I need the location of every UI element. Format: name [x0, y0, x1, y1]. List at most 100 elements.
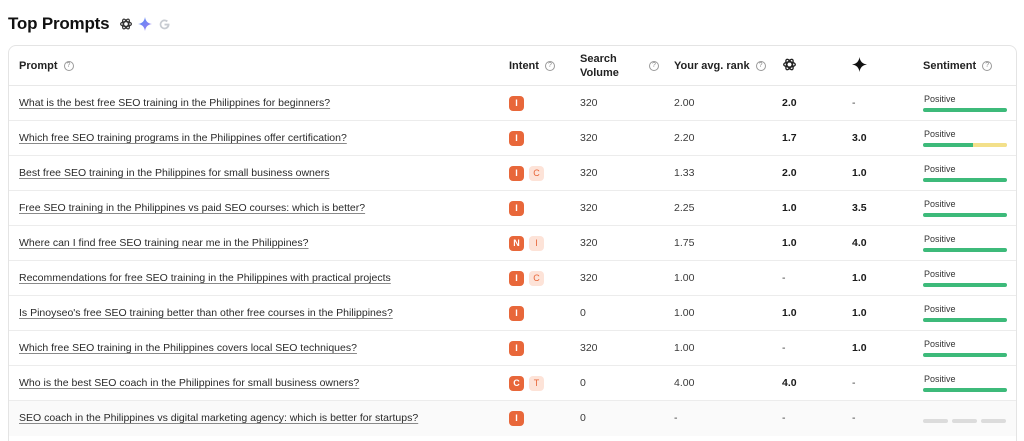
search-volume-cell: 0 [580, 366, 586, 400]
intent-cell: I [509, 191, 529, 225]
sentiment-placeholder-segment [981, 419, 1006, 423]
search-volume-value: 320 [580, 167, 598, 179]
table-row[interactable]: What is the best free SEO training in th… [9, 86, 1016, 121]
avg-rank-cell: 1.75 [674, 226, 694, 260]
search-volume-value: 0 [580, 377, 586, 389]
help-icon[interactable]: ? [755, 61, 766, 71]
sentiment-label: Positive [924, 234, 956, 244]
gemini-rank-cell: 3.0 [852, 121, 867, 155]
avg-rank-cell: 2.00 [674, 86, 694, 120]
table-row[interactable]: Which free SEO training in the Philippin… [9, 331, 1016, 366]
intent-badge: I [509, 165, 524, 181]
prompt-link[interactable]: Who is the best SEO coach in the Philipp… [19, 377, 359, 389]
prompt-link[interactable]: Free SEO training in the Philippines vs … [19, 202, 365, 214]
gemini-rank-cell: - [852, 401, 856, 435]
table-row[interactable]: Where can I find free SEO training near … [9, 226, 1016, 261]
intent-badge: C [529, 165, 544, 181]
column-label: Sentiment [923, 60, 977, 72]
search-volume-value: 320 [580, 237, 598, 249]
sentiment-bar [923, 283, 1007, 287]
avg-rank-value: 1.00 [674, 342, 695, 354]
prompt-link[interactable]: SEO coach in the Philippines vs digital … [19, 412, 418, 424]
chatgpt-icon[interactable] [118, 16, 134, 32]
column-avg-rank[interactable]: Your avg. rank ? [674, 46, 766, 86]
gemini-icon [852, 57, 867, 75]
gemini-rank-value: 1.0 [852, 307, 867, 319]
avg-rank-cell: - [674, 401, 678, 435]
gemini-rank-cell: 1.0 [852, 261, 867, 295]
prompt-link[interactable]: Best free SEO training in the Philippine… [19, 167, 329, 179]
prompt-cell: Best free SEO training in the Philippine… [19, 156, 329, 190]
gemini-rank-cell: 1.0 [852, 296, 867, 330]
column-intent[interactable]: Intent ? [509, 46, 555, 86]
avg-rank-cell: 2.25 [674, 191, 694, 225]
intent-badge: I [509, 270, 524, 286]
intent-badge: C [509, 375, 524, 391]
sentiment-bar [923, 318, 1007, 322]
gemini-rank-value: 1.0 [852, 167, 867, 179]
intent-badge: N [509, 235, 524, 251]
avg-rank-cell: 1.00 [674, 261, 694, 295]
table-row[interactable]: Recommendations for free SEO training in… [9, 261, 1016, 296]
search-volume-cell: 320 [580, 156, 598, 190]
table-row[interactable]: Free SEO training in the Philippines vs … [9, 191, 1016, 226]
table-row[interactable]: SEO coach in the Philippines vs digital … [9, 401, 1016, 436]
prompt-cell: Recommendations for free SEO training in… [19, 261, 391, 295]
avg-rank-value: 1.75 [674, 237, 695, 249]
chatgpt-rank-cell: 4.0 [782, 366, 797, 400]
gemini-rank-cell: 1.0 [852, 331, 867, 365]
sentiment-neutral-segment [973, 143, 1007, 147]
prompt-link[interactable]: Which free SEO training in the Philippin… [19, 342, 357, 354]
intent-cell: CT [509, 366, 549, 400]
sentiment-positive-segment [923, 283, 1007, 287]
help-icon[interactable]: ? [648, 61, 659, 71]
intent-badge: I [509, 340, 524, 356]
search-volume-value: 320 [580, 272, 598, 284]
sentiment-bar [923, 248, 1007, 252]
chatgpt-rank-value: - [782, 412, 786, 424]
column-prompt[interactable]: Prompt ? [19, 46, 74, 86]
sentiment-positive-segment [923, 388, 1007, 392]
search-volume-cell: 320 [580, 191, 598, 225]
prompt-link[interactable]: Is Pinoyseo's free SEO training better t… [19, 307, 393, 319]
avg-rank-cell: 4.00 [674, 366, 694, 400]
google-icon[interactable] [156, 16, 172, 32]
search-volume-cell: 320 [580, 226, 598, 260]
column-sentiment[interactable]: Sentiment ? [923, 46, 993, 86]
table-row[interactable]: Which free SEO training programs in the … [9, 121, 1016, 156]
sentiment-bar [923, 108, 1007, 112]
prompt-link[interactable]: Where can I find free SEO training near … [19, 237, 309, 249]
column-chatgpt[interactable] [782, 46, 797, 86]
prompt-link[interactable]: Recommendations for free SEO training in… [19, 272, 391, 284]
chatgpt-rank-cell: 2.0 [782, 86, 797, 120]
help-icon[interactable]: ? [544, 61, 555, 71]
avg-rank-value: - [674, 412, 678, 424]
gemini-rank-cell: 4.0 [852, 226, 867, 260]
intent-badge: T [529, 375, 544, 391]
search-volume-cell: 320 [580, 121, 598, 155]
prompt-link[interactable]: What is the best free SEO training in th… [19, 97, 330, 109]
gemini-icon[interactable] [137, 16, 153, 32]
intent-badge: I [509, 200, 524, 216]
table-row[interactable]: Is Pinoyseo's free SEO training better t… [9, 296, 1016, 331]
chatgpt-rank-cell: - [782, 401, 786, 435]
table-row[interactable]: Best free SEO training in the Philippine… [9, 156, 1016, 191]
sentiment-bar [923, 143, 1007, 147]
chatgpt-rank-value: 4.0 [782, 377, 797, 389]
table-row[interactable]: Who is the best SEO coach in the Philipp… [9, 366, 1016, 401]
help-icon[interactable]: ? [63, 61, 74, 71]
search-volume-value: 320 [580, 202, 598, 214]
column-gemini[interactable] [852, 46, 867, 86]
intent-cell: I [509, 401, 529, 435]
prompt-link[interactable]: Which free SEO training programs in the … [19, 132, 347, 144]
sentiment-cell: Positive [923, 296, 1009, 330]
sentiment-positive-segment [923, 178, 1007, 182]
avg-rank-cell: 1.00 [674, 331, 694, 365]
gemini-rank-value: 4.0 [852, 237, 867, 249]
sentiment-bar [923, 178, 1007, 182]
column-search-volume[interactable]: Search Volume ? [580, 46, 659, 86]
help-icon[interactable]: ? [982, 61, 993, 71]
column-label: Your avg. rank [674, 60, 750, 72]
column-label-line: Search [580, 53, 617, 65]
sentiment-label: Positive [924, 339, 956, 349]
